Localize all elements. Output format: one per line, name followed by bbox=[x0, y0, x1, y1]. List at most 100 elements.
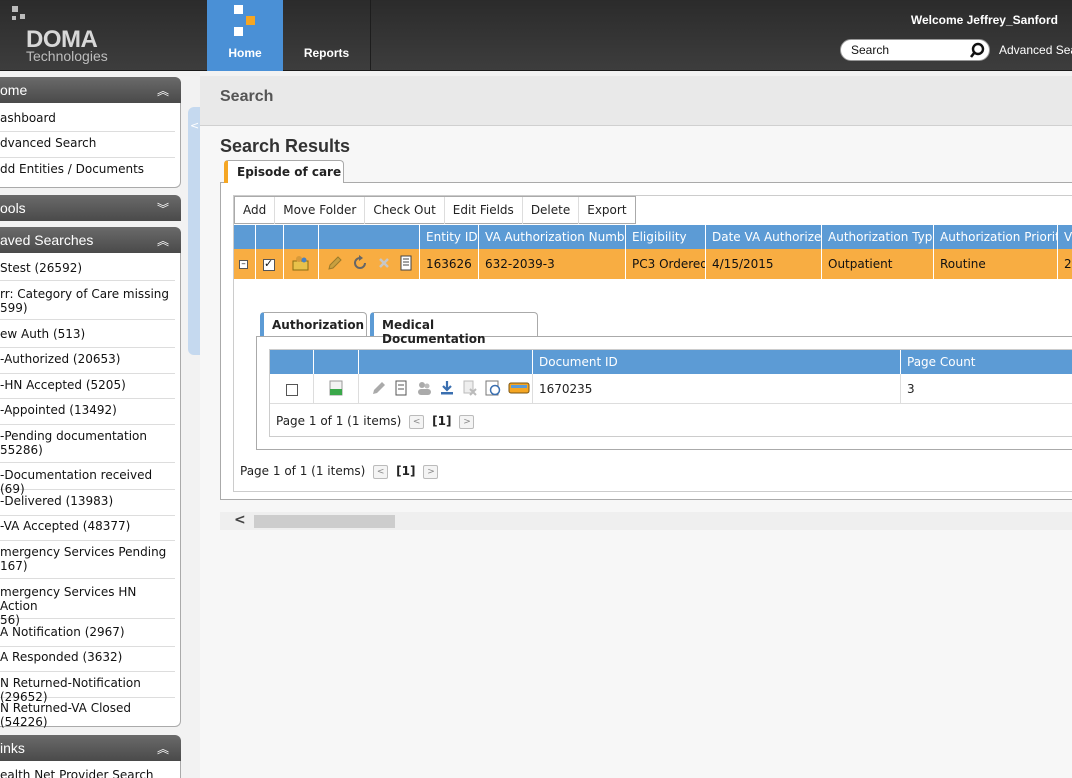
notebook-icon[interactable] bbox=[394, 380, 408, 396]
results-grid: Add Move Folder Check Out Edit Fields De… bbox=[233, 195, 1072, 492]
cell-eligibility: PC3 Ordered bbox=[626, 249, 706, 279]
main-header: Search bbox=[200, 76, 1072, 126]
document-row[interactable]: 1670235 3 bbox=[270, 374, 1072, 404]
cell-v: 2 bbox=[1064, 257, 1072, 271]
collapse-up-icon[interactable]: ︽ bbox=[157, 232, 169, 249]
delete-button[interactable]: Delete bbox=[523, 197, 580, 224]
collapse-up-icon[interactable]: ︽ bbox=[157, 82, 169, 99]
row-actions-cell bbox=[319, 249, 420, 279]
pager-prev-button[interactable]: < bbox=[409, 414, 425, 429]
saved-search-label: -Pending documentation bbox=[0, 429, 147, 443]
saved-search-item[interactable]: -Delivered (13983) bbox=[0, 494, 175, 516]
saved-search-item[interactable]: -HN Accepted (5205) bbox=[0, 378, 175, 399]
saved-search-label: mergency Services Pending bbox=[0, 545, 167, 559]
saved-search-label: A Notification (2967) bbox=[0, 625, 125, 639]
sidebar-item-dashboard[interactable]: ashboard bbox=[0, 111, 175, 132]
history-icon[interactable] bbox=[485, 380, 501, 396]
saved-search-item[interactable]: N Returned-Notification (29652) bbox=[0, 676, 175, 704]
cell-page-count: 3 bbox=[907, 382, 915, 396]
refresh-icon[interactable] bbox=[352, 255, 368, 271]
check-out-button[interactable]: Check Out bbox=[365, 197, 445, 224]
horizontal-scrollbar[interactable]: < bbox=[220, 512, 1072, 530]
delete-x-icon[interactable] bbox=[377, 255, 391, 271]
pager-current[interactable]: [1] bbox=[432, 414, 451, 428]
saved-search-item[interactable]: ew Auth (513) bbox=[0, 327, 175, 348]
saved-search-item[interactable]: -Authorized (20653) bbox=[0, 352, 175, 374]
pager-prev-button[interactable]: < bbox=[373, 464, 389, 479]
sidebar-item-add-entities[interactable]: dd Entities / Documents bbox=[0, 162, 175, 184]
doc-header-document-id[interactable]: Document ID bbox=[533, 350, 901, 374]
scanner-icon[interactable] bbox=[508, 380, 530, 396]
saved-search-item[interactable]: mergency Services HN Action 56) bbox=[0, 585, 175, 627]
add-button[interactable]: Add bbox=[235, 197, 276, 224]
saved-search-item[interactable]: rr: Category of Care missing 599) bbox=[0, 287, 175, 320]
download-icon[interactable] bbox=[439, 380, 455, 396]
sidebar-tools-title: ools bbox=[0, 200, 26, 216]
header-entity-id[interactable]: Entity ID bbox=[420, 225, 479, 249]
scroll-left-icon[interactable]: < bbox=[234, 512, 246, 528]
sidebar-item-provider-search[interactable]: ealth Net Provider Search bbox=[0, 768, 175, 778]
scrollbar-thumb[interactable] bbox=[254, 515, 395, 528]
edit-fields-button[interactable]: Edit Fields bbox=[445, 197, 523, 224]
sidebar-collapse-handle[interactable]: < bbox=[188, 107, 200, 355]
pager-current[interactable]: [1] bbox=[396, 464, 415, 478]
header-eligibility[interactable]: Eligibility bbox=[626, 225, 706, 249]
document-checkbox[interactable] bbox=[286, 383, 298, 396]
header-va-auth-number[interactable]: VA Authorization Number bbox=[479, 225, 626, 249]
header-v-col[interactable]: V bbox=[1058, 225, 1072, 249]
header-expand-col bbox=[234, 225, 256, 249]
grid-header-row: Entity ID VA Authorization Number Eligib… bbox=[234, 225, 1072, 249]
saved-search-item[interactable]: -Appointed (13492) bbox=[0, 403, 175, 425]
saved-search-item[interactable]: mergency Services Pending 167) bbox=[0, 545, 175, 579]
saved-search-item[interactable]: -VA Accepted (48377) bbox=[0, 519, 175, 541]
advanced-search-link[interactable]: Advanced Search bbox=[999, 43, 1072, 57]
search-results-title: Search Results bbox=[220, 136, 351, 156]
nav-reports[interactable]: Reports bbox=[283, 0, 371, 71]
tab-authorization[interactable]: Authorization bbox=[260, 312, 367, 336]
saved-search-item[interactable]: A Responded (3632) bbox=[0, 650, 175, 672]
search-input[interactable] bbox=[851, 42, 966, 58]
users-icon[interactable] bbox=[415, 380, 433, 396]
edit-pencil-icon[interactable] bbox=[371, 380, 387, 396]
pager-next-button[interactable]: > bbox=[459, 414, 475, 429]
doc-header-page-count[interactable]: Page Count bbox=[901, 350, 1072, 374]
pager-next-button[interactable]: > bbox=[423, 464, 439, 479]
saved-search-label: A Responded (3632) bbox=[0, 650, 123, 664]
sidebar-links-header[interactable]: inks ︽ bbox=[0, 735, 181, 761]
nav-home[interactable]: Home bbox=[207, 0, 283, 71]
notebook-icon[interactable] bbox=[399, 255, 413, 271]
saved-search-item[interactable]: Stest (26592) bbox=[0, 261, 175, 281]
sidebar-home-header[interactable]: ome ︽ bbox=[0, 77, 181, 103]
doma-logo[interactable]: DOMA Technologies bbox=[8, 6, 128, 64]
row-checkbox[interactable] bbox=[263, 257, 275, 271]
saved-search-label: -Delivered (13983) bbox=[0, 494, 114, 508]
saved-search-label: 599) bbox=[0, 301, 28, 315]
edit-pencil-icon[interactable] bbox=[327, 255, 343, 271]
doc-header-select bbox=[270, 350, 314, 374]
saved-search-label: N Returned-VA Closed (54226) bbox=[0, 701, 132, 729]
saved-search-item[interactable]: -Pending documentation 55286) bbox=[0, 429, 175, 463]
row-type-cell bbox=[284, 249, 319, 279]
saved-search-item[interactable]: -Documentation received (69) bbox=[0, 468, 175, 496]
header-date-va-authorized[interactable]: Date VA Authorized bbox=[706, 225, 822, 249]
cell-authorization-type: Outpatient bbox=[822, 249, 934, 279]
header-authorization-type[interactable]: Authorization Type bbox=[822, 225, 934, 249]
sidebar-tools-header[interactable]: ools ︾ bbox=[0, 195, 181, 221]
table-row[interactable]: – 163626 632-2039-3 PC3 Ordered bbox=[234, 249, 1072, 279]
expand-down-icon[interactable]: ︾ bbox=[157, 200, 169, 217]
tab-medical-documentation[interactable]: Medical Documentation bbox=[370, 312, 538, 346]
sidebar-saved-header[interactable]: aved Searches ︽ bbox=[0, 227, 181, 253]
saved-search-item[interactable]: A Notification (2967) bbox=[0, 625, 175, 647]
collapse-row-icon[interactable]: – bbox=[239, 260, 248, 269]
sidebar: ome ︽ ashboard dvanced Search dd Entitie… bbox=[0, 71, 181, 778]
sidebar-item-advanced-search[interactable]: dvanced Search bbox=[0, 136, 175, 158]
search-icon[interactable] bbox=[969, 42, 986, 59]
collapse-up-icon[interactable]: ︽ bbox=[157, 740, 169, 757]
saved-search-label: -HN Accepted (5205) bbox=[0, 378, 126, 392]
tab-episode-of-care[interactable]: Episode of care bbox=[224, 160, 344, 183]
move-folder-button[interactable]: Move Folder bbox=[275, 197, 366, 224]
export-button[interactable]: Export bbox=[579, 197, 634, 224]
delete-document-icon[interactable] bbox=[462, 380, 478, 396]
header-authorization-priority[interactable]: Authorization Priority bbox=[934, 225, 1058, 249]
saved-search-item[interactable]: N Returned-VA Closed (54226) bbox=[0, 701, 175, 729]
